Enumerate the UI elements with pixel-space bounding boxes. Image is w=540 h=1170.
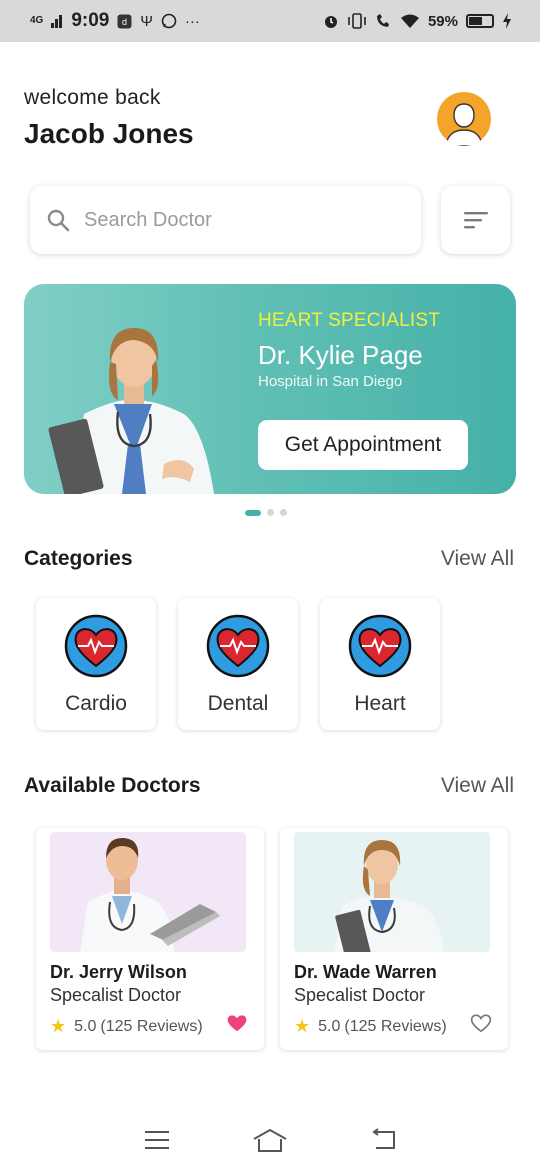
clock: 9:09 <box>71 10 110 31</box>
doctor-name: Dr. Wade Warren <box>294 962 437 982</box>
signal-icon <box>51 15 63 28</box>
home-icon <box>253 1128 287 1152</box>
status-bar-right: 59% <box>323 13 512 30</box>
available-doctors-title: Available Doctors <box>24 774 201 797</box>
carousel-dot[interactable] <box>267 509 274 516</box>
doctor-rating: ★ 5.0 (125 Reviews) <box>294 1016 447 1037</box>
category-card-dental[interactable]: Dental <box>178 598 298 730</box>
category-label: Dental <box>207 692 269 715</box>
search-bar[interactable] <box>30 186 421 254</box>
menu-nav-button[interactable] <box>139 1122 175 1158</box>
featured-doctor-banner[interactable]: HEART SPECIALIST Dr. Kylie Page Hospital… <box>24 284 516 494</box>
doctor-card[interactable]: Dr. Jerry Wilson Specalist Doctor ★ 5.0 … <box>36 828 264 1050</box>
avatar[interactable] <box>437 92 491 146</box>
star-icon: ★ <box>50 1016 67 1036</box>
network-type: 4G <box>30 15 44 26</box>
user-avatar-icon <box>445 103 483 146</box>
review-count: (125 Reviews) <box>100 1017 203 1035</box>
doctor-with-laptop-image <box>80 838 220 952</box>
star-icon: ★ <box>294 1016 311 1036</box>
doctor-with-clipboard-image <box>334 840 444 952</box>
heartbeat-icon <box>348 614 412 678</box>
doctor-specialty: Specalist Doctor <box>294 985 426 1005</box>
heartbeat-icon <box>64 614 128 678</box>
svg-text:d: d <box>122 17 127 27</box>
back-nav-button[interactable] <box>365 1122 401 1158</box>
back-icon <box>372 1128 396 1149</box>
home-nav-button[interactable] <box>252 1122 288 1158</box>
filter-button[interactable] <box>441 186 510 254</box>
doctor-portrait-image <box>48 328 214 494</box>
user-name: Jacob Jones <box>24 118 194 149</box>
rating-value: 5.0 <box>318 1017 341 1035</box>
status-bar: 4G 9:09 d Ψ ··· 59% <box>0 0 540 42</box>
battery-fill <box>469 17 482 25</box>
doctor-photo <box>50 832 246 952</box>
get-appointment-button[interactable]: Get Appointment <box>258 420 468 470</box>
doctors-view-all-link[interactable]: View All <box>441 774 514 798</box>
more-dots-icon: ··· <box>184 12 200 30</box>
favorite-heart-outline-icon[interactable] <box>470 1012 492 1034</box>
banner-specialty: HEART SPECIALIST <box>258 310 441 331</box>
categories-title: Categories <box>24 547 133 570</box>
doctor-photo <box>294 832 490 952</box>
usb-trident-icon: Ψ <box>140 12 153 30</box>
category-label: Heart <box>354 692 406 715</box>
favorite-heart-filled-icon[interactable] <box>226 1012 248 1034</box>
alarm-icon <box>324 16 337 28</box>
banner-doctor-name: Dr. Kylie Page <box>258 340 423 370</box>
battery-icon <box>466 14 494 28</box>
vibrate-icon <box>348 13 366 29</box>
category-label: Cardio <box>65 692 127 715</box>
doctor-rating: ★ 5.0 (125 Reviews) <box>50 1016 203 1037</box>
category-card-cardio[interactable]: Cardio <box>36 598 156 730</box>
whatsapp-icon <box>161 13 177 29</box>
doctor-name: Dr. Jerry Wilson <box>50 962 187 982</box>
carousel-dot-active[interactable] <box>245 509 261 516</box>
doctor-card[interactable]: Dr. Wade Warren Specalist Doctor ★ 5.0 (… <box>280 828 508 1050</box>
category-card-heart[interactable]: Heart <box>320 598 440 730</box>
heartbeat-icon <box>206 614 270 678</box>
wifi-icon <box>400 14 419 28</box>
carousel-indicator <box>245 509 287 516</box>
filter-icon <box>463 212 488 229</box>
rating-value: 5.0 <box>74 1017 97 1035</box>
doctor-specialty: Specalist Doctor <box>50 985 182 1005</box>
menu-icon <box>144 1131 169 1149</box>
status-bar-left: 4G 9:09 d Ψ ··· <box>30 10 200 32</box>
search-icon <box>47 209 70 232</box>
banner-hospital: Hospital in San Diego <box>258 373 403 390</box>
system-navigation-bar <box>0 1110 540 1170</box>
carousel-dot[interactable] <box>280 509 287 516</box>
search-input[interactable] <box>84 208 384 232</box>
review-count: (125 Reviews) <box>344 1017 447 1035</box>
charging-icon <box>503 13 511 29</box>
battery-percent: 59% <box>427 12 458 30</box>
categories-view-all-link[interactable]: View All <box>441 547 514 571</box>
wifi-call-icon <box>376 14 389 27</box>
greeting-text: welcome back <box>24 86 161 109</box>
usb-icon: d <box>117 14 132 28</box>
